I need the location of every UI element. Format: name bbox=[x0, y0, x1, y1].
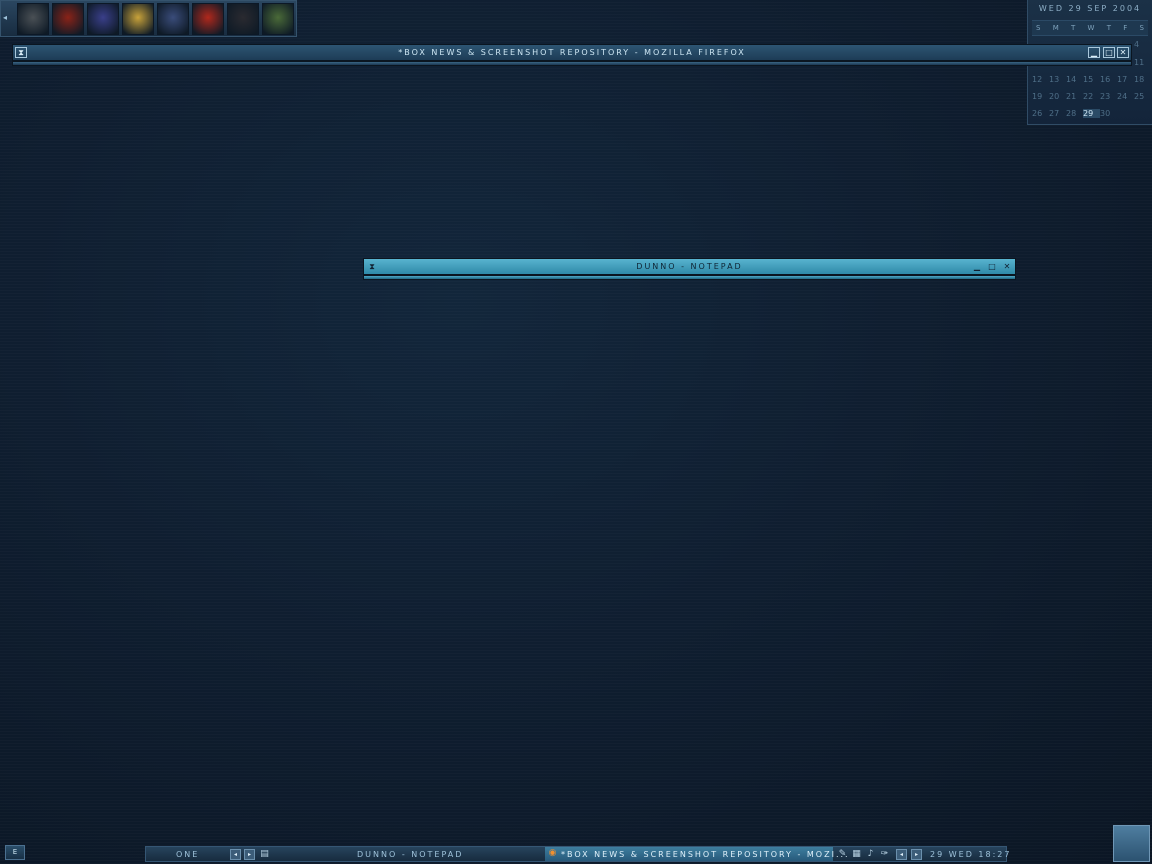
demon-icon[interactable] bbox=[52, 3, 84, 35]
calendar-date: WED 29 SEP 2004 bbox=[1038, 4, 1142, 13]
calendar-day[interactable]: 22 bbox=[1083, 92, 1100, 101]
feather-icon[interactable]: ✑ bbox=[879, 849, 890, 860]
firefox-window-titlebar[interactable]: ⧗ *BOX NEWS & SCREENSHOT REPOSITORY - MO… bbox=[12, 44, 1132, 61]
calendar-weekday: T bbox=[1071, 24, 1076, 32]
doom-icon[interactable] bbox=[192, 3, 224, 35]
calendar-day[interactable]: 18 bbox=[1134, 75, 1151, 84]
calendar-day[interactable]: 4 bbox=[1134, 40, 1151, 49]
calendar-week-row: 12 13 14 15 16 17 18 bbox=[1032, 75, 1151, 84]
calendar-week-row: 19 20 21 22 23 24 25 bbox=[1032, 92, 1151, 101]
tray-next-button[interactable]: ▸ bbox=[911, 849, 922, 860]
calendar-day[interactable]: 13 bbox=[1049, 75, 1066, 84]
calendar-day[interactable]: 25 bbox=[1134, 92, 1151, 101]
calendar-day[interactable]: 20 bbox=[1049, 92, 1066, 101]
calendar-day[interactable]: 15 bbox=[1083, 75, 1100, 84]
calendar-weekday: S bbox=[1036, 24, 1041, 32]
workspace-prev-button[interactable]: ◂ bbox=[230, 849, 241, 860]
counter-strike-icon[interactable] bbox=[122, 3, 154, 35]
workspace-next-button[interactable]: ▸ bbox=[244, 849, 255, 860]
task-notepad[interactable]: DUNNO - NOTEPAD bbox=[357, 850, 463, 859]
minimize-button[interactable]: ▁ bbox=[1088, 47, 1100, 58]
calendar-day[interactable]: 11 bbox=[1134, 58, 1151, 67]
maximize-button[interactable]: □ bbox=[1103, 47, 1115, 58]
calendar-day[interactable]: 17 bbox=[1117, 75, 1134, 84]
tray-prev-button[interactable]: ◂ bbox=[896, 849, 907, 860]
workspace-name[interactable]: ONE bbox=[176, 850, 199, 859]
minimize-button[interactable]: ▁ bbox=[971, 261, 983, 272]
notepad-window-frame bbox=[363, 275, 1016, 280]
calendar-weekday: T bbox=[1106, 24, 1111, 32]
calendar-week-row: 26 27 28 29 30 bbox=[1032, 109, 1117, 118]
start-menu-button[interactable]: E bbox=[5, 845, 25, 860]
calendar-weekday-header: SMTWTFS bbox=[1032, 20, 1148, 36]
orc-icon[interactable] bbox=[262, 3, 294, 35]
pen-icon[interactable]: ✎ bbox=[837, 849, 848, 860]
app-launcher-bar: ◂ bbox=[0, 0, 297, 37]
helmet-icon[interactable] bbox=[87, 3, 119, 35]
taskbar: ONE ◂ ▸ ▤ DUNNO - NOTEPAD ◉ *BOX NEWS & … bbox=[145, 846, 1009, 862]
close-button[interactable]: ✕ bbox=[1001, 261, 1013, 272]
calendar-day[interactable]: 16 bbox=[1100, 75, 1117, 84]
notepad-dock-icon[interactable] bbox=[1113, 825, 1150, 862]
calendar-day[interactable]: 24 bbox=[1117, 92, 1134, 101]
calendar-week-row: 11 bbox=[1134, 58, 1151, 67]
calendar-day[interactable]: 28 bbox=[1066, 109, 1083, 118]
notepad-window-titlebar[interactable]: ⧗ DUNNO - NOTEPAD ▁ □ ✕ bbox=[363, 258, 1016, 275]
calendar-day[interactable]: 26 bbox=[1032, 109, 1049, 118]
pipe-icon[interactable]: ♪ bbox=[865, 849, 876, 860]
firefox-icon: ◉ bbox=[548, 848, 557, 858]
calendar-day[interactable]: 19 bbox=[1032, 92, 1049, 101]
printer-icon[interactable]: ▦ bbox=[851, 849, 862, 860]
calendar-today[interactable]: 29 bbox=[1083, 109, 1100, 118]
calendar-weekday: F bbox=[1123, 24, 1128, 32]
notepad-task-icon: ▤ bbox=[260, 849, 269, 859]
calendar-day[interactable]: 12 bbox=[1032, 75, 1049, 84]
task-label: *BOX NEWS & SCREENSHOT REPOSITORY - MOZI… bbox=[561, 850, 850, 859]
calendar-weekday: S bbox=[1139, 24, 1144, 32]
window-title: *BOX NEWS & SCREENSHOT REPOSITORY - MOZI… bbox=[398, 48, 746, 57]
close-button[interactable]: ✕ bbox=[1117, 47, 1129, 58]
calendar-day[interactable]: 14 bbox=[1066, 75, 1083, 84]
clock: 29 WED 18:27 bbox=[930, 850, 1012, 859]
maximize-button[interactable]: □ bbox=[986, 261, 998, 272]
unreal-icon[interactable] bbox=[157, 3, 189, 35]
knight-icon[interactable] bbox=[17, 3, 49, 35]
crosshair-icon[interactable] bbox=[227, 3, 259, 35]
firefox-window-frame bbox=[12, 61, 1132, 66]
launcher-collapse-arrow-icon[interactable]: ◂ bbox=[3, 13, 13, 25]
calendar-weekday: M bbox=[1052, 24, 1059, 32]
calendar-day[interactable]: 23 bbox=[1100, 92, 1117, 101]
calendar-weekday: W bbox=[1087, 24, 1095, 32]
calendar-day[interactable]: 21 bbox=[1066, 92, 1083, 101]
calendar-week-row: 4 bbox=[1134, 40, 1151, 49]
calendar-day[interactable]: 30 bbox=[1100, 109, 1117, 118]
task-firefox[interactable]: ◉ *BOX NEWS & SCREENSHOT REPOSITORY - MO… bbox=[545, 847, 848, 861]
calendar-day[interactable]: 27 bbox=[1049, 109, 1066, 118]
window-title: DUNNO - NOTEPAD bbox=[636, 262, 743, 271]
